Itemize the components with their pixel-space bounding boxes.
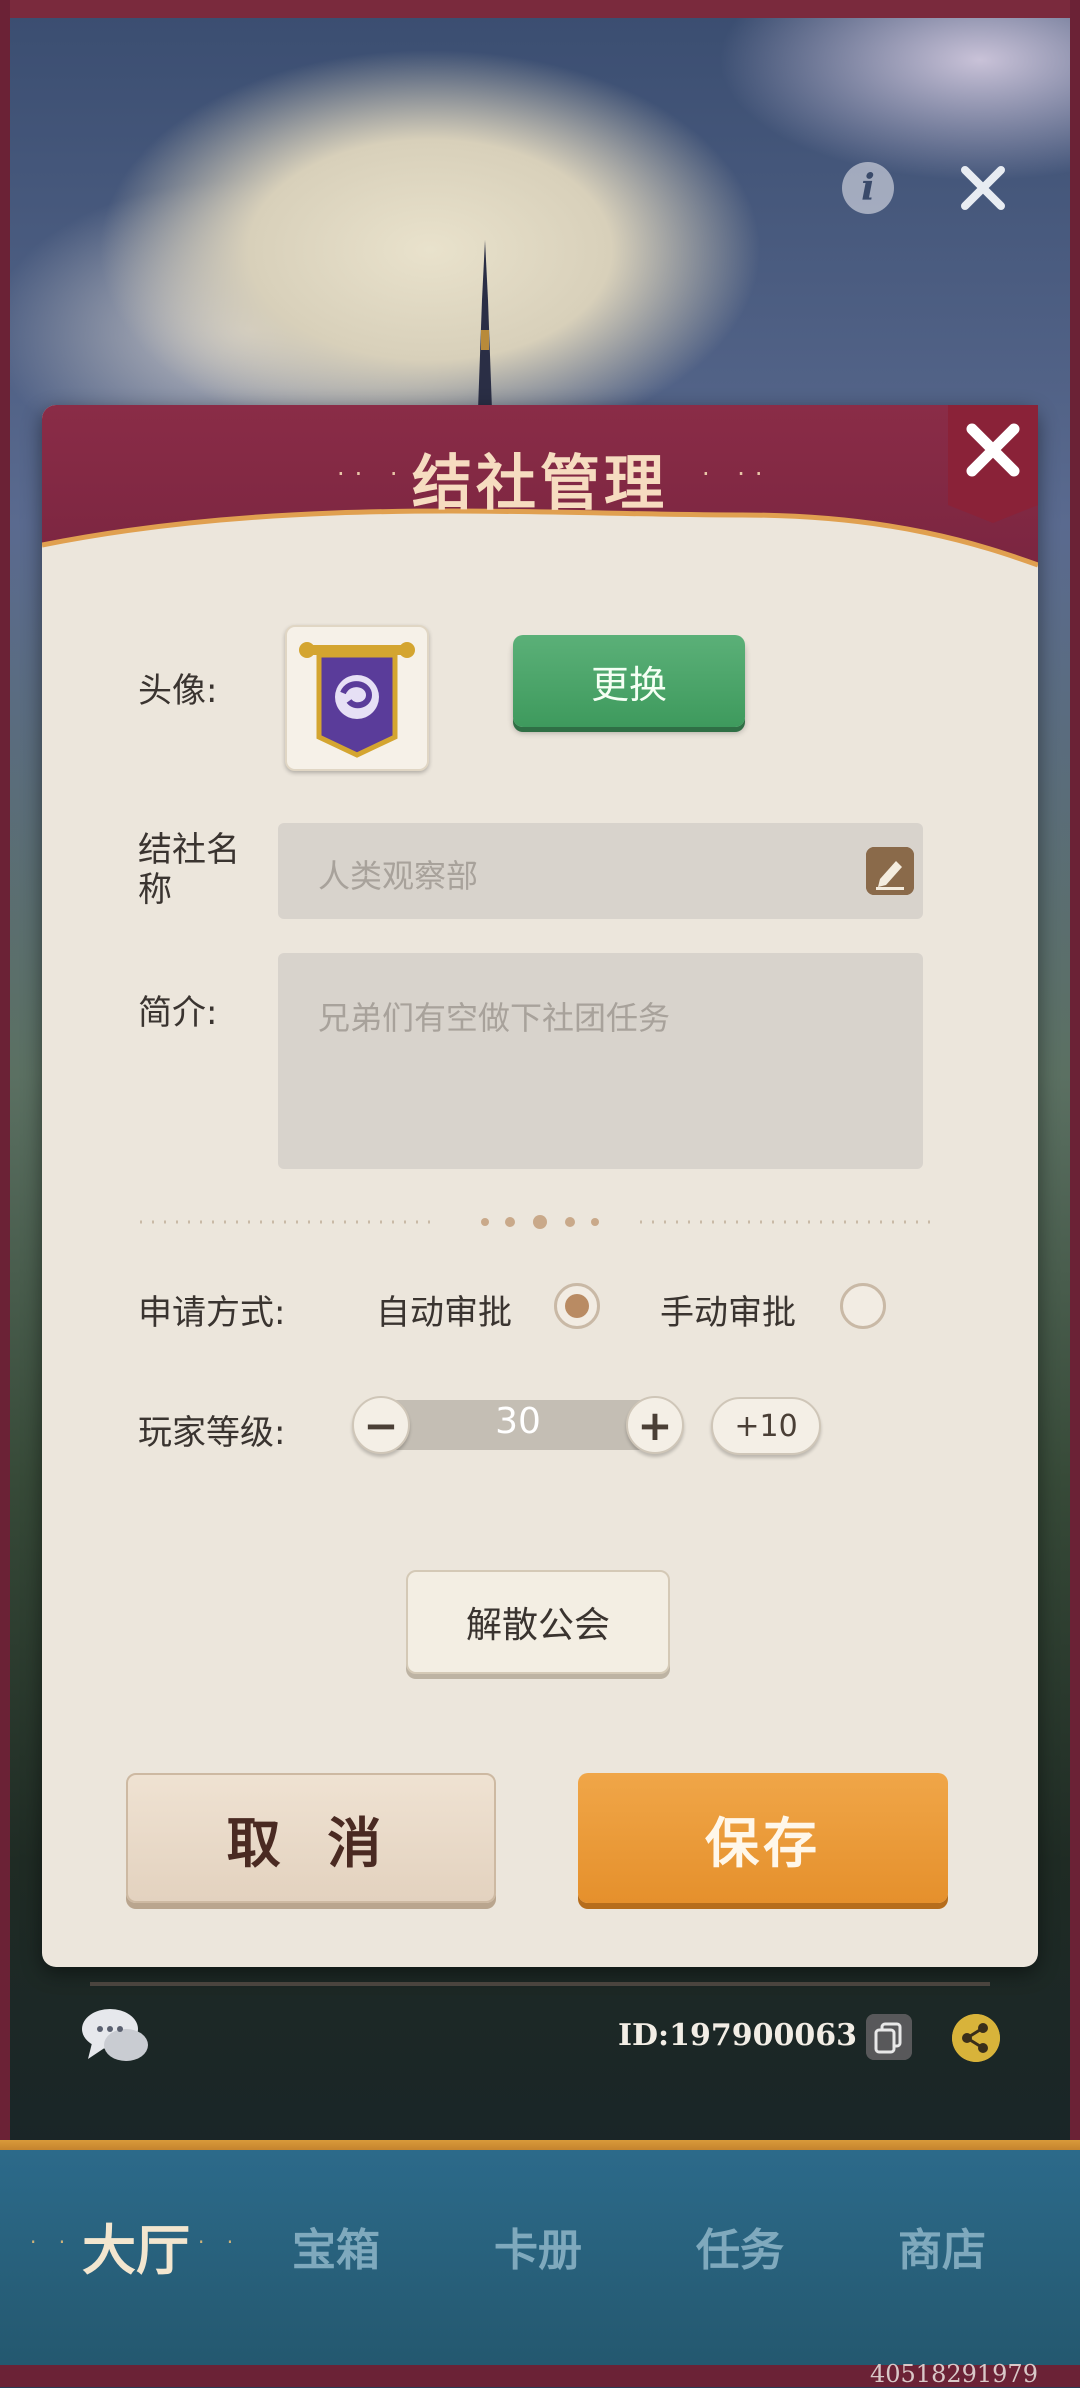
ornament-line xyxy=(90,1982,990,1986)
level-increase-button[interactable]: + xyxy=(626,1396,684,1454)
intro-placeholder: 兄弟们有空做下社团任务 xyxy=(318,999,671,1037)
auto-approve-label[interactable]: 自动审批 xyxy=(376,1285,512,1334)
watermark: 40518291979 xyxy=(870,2360,1038,2388)
tab-active-dots-left: · · xyxy=(30,2230,74,2254)
tab-chest[interactable]: 宝箱 xyxy=(292,2214,380,2278)
tab-active-dots-right: · · xyxy=(198,2230,242,2254)
tab-shop[interactable]: 商店 xyxy=(898,2214,986,2278)
tab-tasks[interactable]: 任务 xyxy=(696,2214,784,2278)
avatar-label: 头像: xyxy=(138,671,218,711)
guild-name-label: 结社名称 xyxy=(138,830,240,910)
guild-name-placeholder: 人类观察部 xyxy=(318,857,479,895)
right-frame xyxy=(1070,0,1080,2387)
manual-approve-label[interactable]: 手动审批 xyxy=(660,1285,796,1334)
intro-textarea[interactable]: 兄弟们有空做下社团任务 xyxy=(278,953,923,1169)
player-id: ID:197900063 xyxy=(618,2018,857,2053)
guild-name-input[interactable]: 人类观察部 xyxy=(278,823,923,919)
top-frame xyxy=(0,0,1080,18)
dialog-title: 结社管理 xyxy=(412,449,668,519)
cancel-button[interactable]: 取 消 xyxy=(126,1773,496,1903)
apply-mode-label: 申请方式: xyxy=(138,1293,286,1333)
ornamental-divider xyxy=(140,1215,940,1229)
level-value: 30 xyxy=(495,1401,541,1442)
tower-spire xyxy=(478,240,492,410)
intro-label: 简介: xyxy=(138,993,218,1033)
guild-avatar[interactable] xyxy=(285,625,429,771)
save-button[interactable]: 保存 xyxy=(578,1773,948,1903)
tab-lobby[interactable]: 大厅 xyxy=(82,2206,190,2285)
info-icon[interactable]: i xyxy=(842,162,894,214)
player-level-label: 玩家等级: xyxy=(138,1413,286,1453)
auto-approve-radio[interactable] xyxy=(554,1283,600,1329)
pencil-icon[interactable] xyxy=(866,847,914,895)
share-icon[interactable] xyxy=(952,2014,1000,2062)
manual-approve-radio[interactable] xyxy=(840,1283,886,1329)
guild-banner-icon xyxy=(299,642,415,758)
dialog-close-button[interactable] xyxy=(948,405,1038,523)
level-plus10-button[interactable]: +10 xyxy=(711,1397,821,1455)
chat-icon[interactable] xyxy=(80,2005,152,2069)
tab-cards[interactable]: 卡册 xyxy=(494,2214,582,2278)
change-avatar-button[interactable]: 更换 xyxy=(513,635,745,727)
disband-guild-button[interactable]: 解散公会 xyxy=(406,1570,670,1674)
copy-icon[interactable] xyxy=(866,2014,912,2060)
level-decrease-button[interactable]: − xyxy=(352,1396,410,1454)
left-frame xyxy=(0,0,10,2387)
close-icon[interactable] xyxy=(955,160,1011,216)
